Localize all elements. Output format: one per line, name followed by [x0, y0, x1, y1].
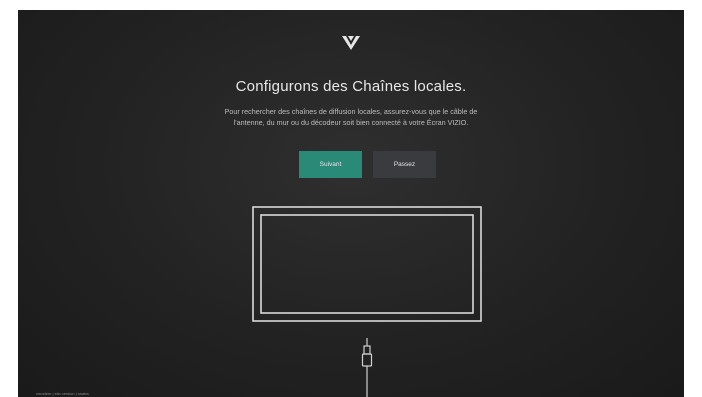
description-line-2: l'antenne, du mur ou du décodeur soit bi… — [233, 118, 469, 127]
tv-outline-icon — [252, 206, 482, 322]
setup-description: Pour rechercher des chaînes de diffusion… — [18, 106, 684, 128]
skip-button[interactable]: Passez — [373, 151, 436, 178]
page-title: Configurons des Chaînes locales. — [235, 78, 467, 95]
footer-info: cmodem | sfw version | ssaba — [36, 391, 89, 396]
vizio-chevron-icon — [342, 36, 360, 50]
setup-screen: Configurons des Chaînes locales. Pour re… — [18, 10, 684, 397]
coax-cable-icon — [361, 338, 373, 397]
description-line-1: Pour rechercher des chaînes de diffusion… — [224, 107, 478, 116]
next-button[interactable]: Suivant — [299, 151, 362, 178]
